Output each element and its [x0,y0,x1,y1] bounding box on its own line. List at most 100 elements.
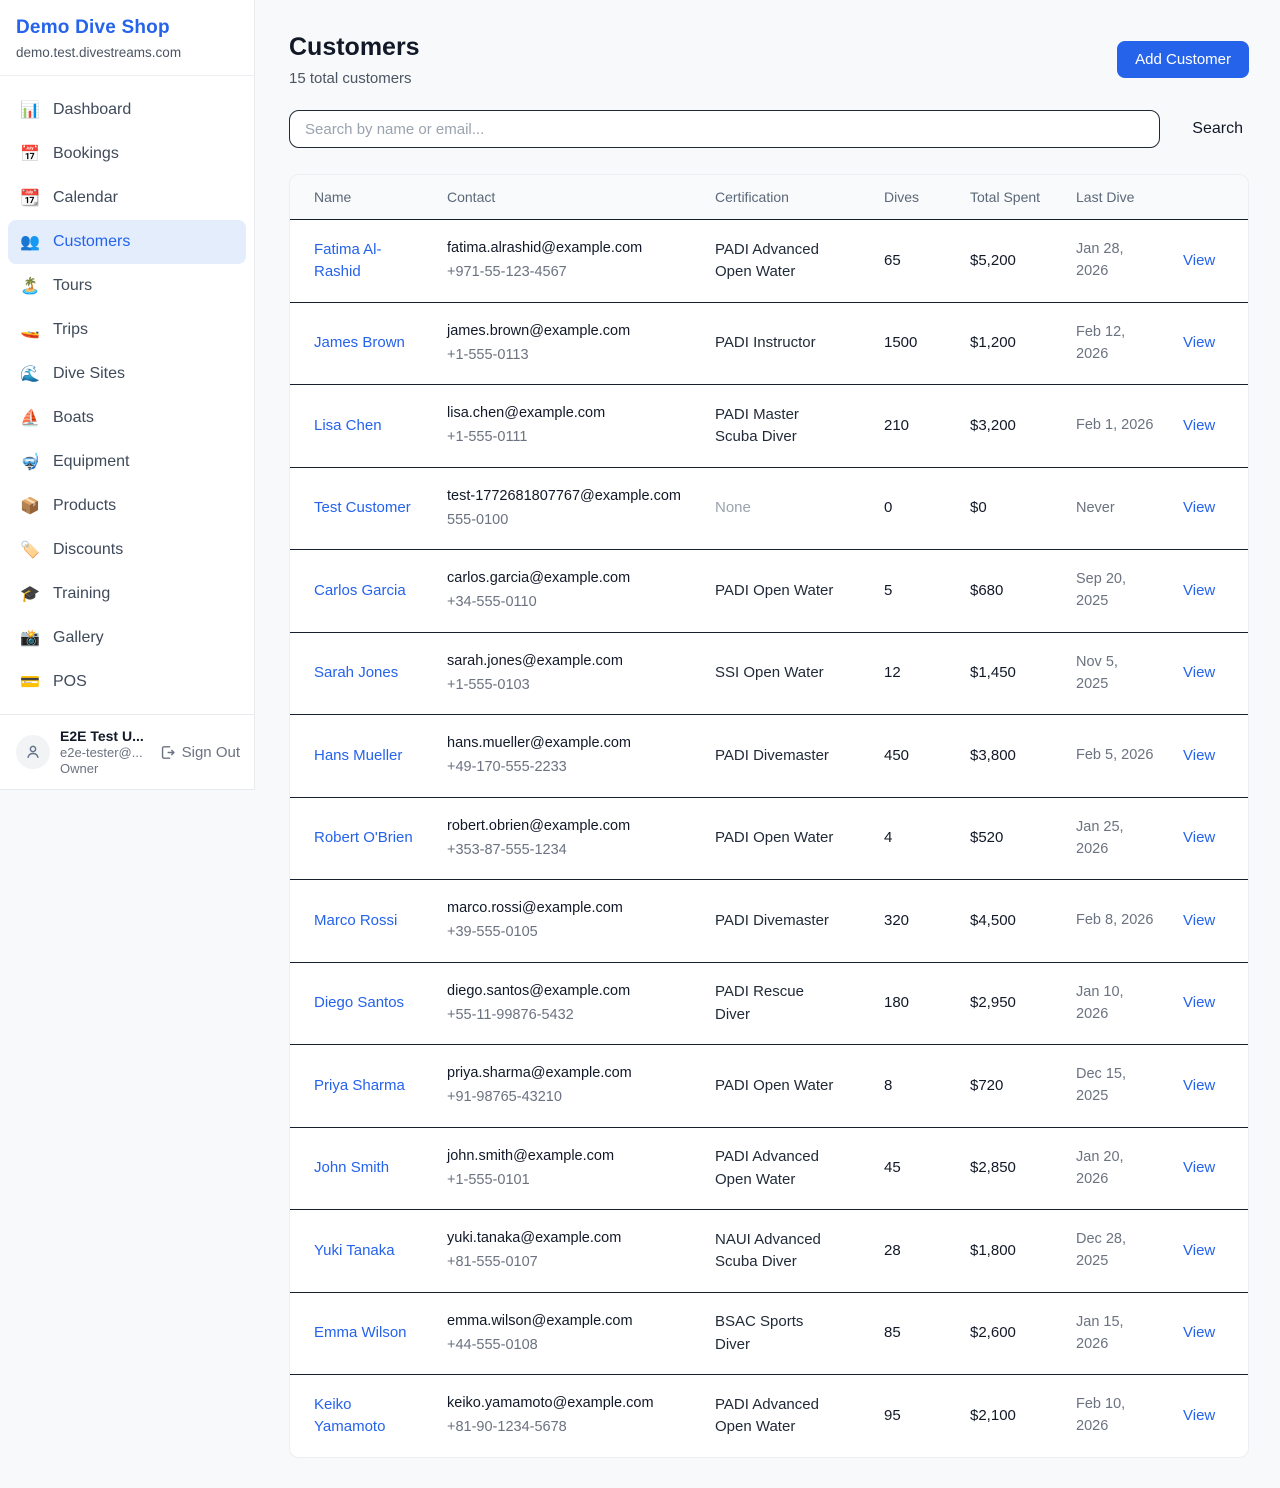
sidebar-item-gallery[interactable]: 📸 Gallery [8,616,246,660]
sidebar-item-discounts[interactable]: 🏷️ Discounts [8,528,246,572]
gallery-camera-icon: 📸 [20,628,40,648]
calendar-icon: 📆 [20,188,40,208]
customer-last-dive: Feb 10, 2026 [1076,1394,1154,1438]
sign-out-button[interactable]: Sign Out [159,744,240,761]
customer-certification: None [715,497,837,520]
sidebar-item-label: Training [53,585,110,603]
customer-phone: +55-11-99876-5432 [447,1005,691,1027]
view-link[interactable]: View [1183,664,1215,681]
view-link[interactable]: View [1183,994,1215,1011]
sidebar-item-trips[interactable]: 🚤 Trips [8,308,246,352]
customer-name-link[interactable]: Test Customer [314,497,411,520]
customer-total-spent: $3,200 [958,385,1064,468]
dashboard-icon: 📊 [20,100,40,120]
customer-email: keiko.yamamoto@example.com [447,1393,691,1415]
customer-certification: PADI Advanced Open Water [715,1394,837,1439]
customer-last-dive: Sep 20, 2025 [1076,569,1154,613]
customer-last-dive: Nov 5, 2025 [1076,652,1154,696]
sidebar-item-customers[interactable]: 👥 Customers [8,220,246,264]
customer-total-spent: $1,200 [958,302,1064,385]
add-customer-button[interactable]: Add Customer [1117,41,1249,78]
table-row: Hans Mueller hans.mueller@example.com +4… [290,715,1249,798]
view-link[interactable]: View [1183,1242,1215,1259]
customer-name-link[interactable]: John Smith [314,1157,389,1180]
view-link[interactable]: View [1183,1159,1215,1176]
view-link[interactable]: View [1183,417,1215,434]
customer-last-dive: Feb 5, 2026 [1076,745,1154,767]
sign-out-icon [159,744,176,761]
table-row: Emma Wilson emma.wilson@example.com +44-… [290,1292,1249,1375]
customer-dives: 12 [872,632,958,715]
customer-name-link[interactable]: Emma Wilson [314,1322,407,1345]
view-link[interactable]: View [1183,912,1215,929]
customer-name-link[interactable]: Keiko Yamamoto [314,1394,414,1439]
customer-total-spent: $5,200 [958,220,1064,303]
customer-count: 15 total customers [289,70,420,87]
view-link[interactable]: View [1183,499,1215,516]
sidebar-item-equipment[interactable]: 🤿 Equipment [8,440,246,484]
customers-table: Name Contact Certification Dives Total S… [290,175,1249,1457]
sidebar-item-calendar[interactable]: 📆 Calendar [8,176,246,220]
search-row: Search [289,110,1249,148]
sidebar-item-pos[interactable]: 💳 POS [8,660,246,704]
table-row: Test Customer test-1772681807767@example… [290,467,1249,550]
customer-dives: 95 [872,1375,958,1457]
col-header-dives: Dives [872,175,958,220]
customer-total-spent: $3,800 [958,715,1064,798]
sidebar-item-dashboard[interactable]: 📊 Dashboard [8,88,246,132]
page-title: Customers [289,33,420,62]
equipment-mask-icon: 🤿 [20,452,40,472]
table-body: Fatima Al-Rashid fatima.alrashid@example… [290,220,1249,1457]
col-header-total-spent: Total Spent [958,175,1064,220]
customer-email: lisa.chen@example.com [447,403,691,425]
sidebar-item-label: Calendar [53,189,118,207]
customer-email: fatima.alrashid@example.com [447,238,691,260]
customer-dives: 28 [872,1210,958,1293]
customer-name-link[interactable]: Carlos Garcia [314,580,406,603]
view-link[interactable]: View [1183,252,1215,269]
view-link[interactable]: View [1183,1077,1215,1094]
view-link[interactable]: View [1183,582,1215,599]
table-row: Yuki Tanaka yuki.tanaka@example.com +81-… [290,1210,1249,1293]
col-header-last-dive: Last Dive [1064,175,1171,220]
customer-dives: 320 [872,880,958,963]
search-input[interactable] [289,110,1160,148]
sidebar-item-products[interactable]: 📦 Products [8,484,246,528]
customer-name-link[interactable]: Robert O'Brien [314,827,413,850]
customer-total-spent: $2,850 [958,1127,1064,1210]
sidebar-item-training[interactable]: 🎓 Training [8,572,246,616]
customer-email: carlos.garcia@example.com [447,568,691,590]
customer-email: yuki.tanaka@example.com [447,1228,691,1250]
customer-total-spent: $1,800 [958,1210,1064,1293]
view-link[interactable]: View [1183,829,1215,846]
view-link[interactable]: View [1183,1324,1215,1341]
customers-table-card: Name Contact Certification Dives Total S… [289,174,1249,1458]
sidebar-item-dive-sites[interactable]: 🌊 Dive Sites [8,352,246,396]
view-link[interactable]: View [1183,1407,1215,1424]
customer-name-link[interactable]: Hans Mueller [314,745,402,768]
customer-name-link[interactable]: Yuki Tanaka [314,1240,395,1263]
view-link[interactable]: View [1183,747,1215,764]
table-row: Marco Rossi marco.rossi@example.com +39-… [290,880,1249,963]
customer-name-link[interactable]: Marco Rossi [314,910,397,933]
sidebar-item-label: Tours [53,277,92,295]
customer-phone: 555-0100 [447,510,691,532]
col-header-name: Name [290,175,435,220]
customer-name-link[interactable]: Sarah Jones [314,662,398,685]
customer-name-link[interactable]: Priya Sharma [314,1075,405,1098]
customer-certification: PADI Open Water [715,1075,837,1098]
customer-dives: 180 [872,962,958,1045]
customer-dives: 450 [872,715,958,798]
customer-name-link[interactable]: James Brown [314,332,405,355]
customer-name-link[interactable]: Fatima Al-Rashid [314,239,414,284]
sidebar-item-bookings[interactable]: 📅 Bookings [8,132,246,176]
customer-name-link[interactable]: Diego Santos [314,992,404,1015]
customer-dives: 85 [872,1292,958,1375]
sidebar-item-tours[interactable]: 🏝️ Tours [8,264,246,308]
sidebar-item-boats[interactable]: ⛵ Boats [8,396,246,440]
customer-total-spent: $4,500 [958,880,1064,963]
table-row: Carlos Garcia carlos.garcia@example.com … [290,550,1249,633]
customer-name-link[interactable]: Lisa Chen [314,415,382,438]
search-button[interactable]: Search [1186,116,1249,142]
view-link[interactable]: View [1183,334,1215,351]
